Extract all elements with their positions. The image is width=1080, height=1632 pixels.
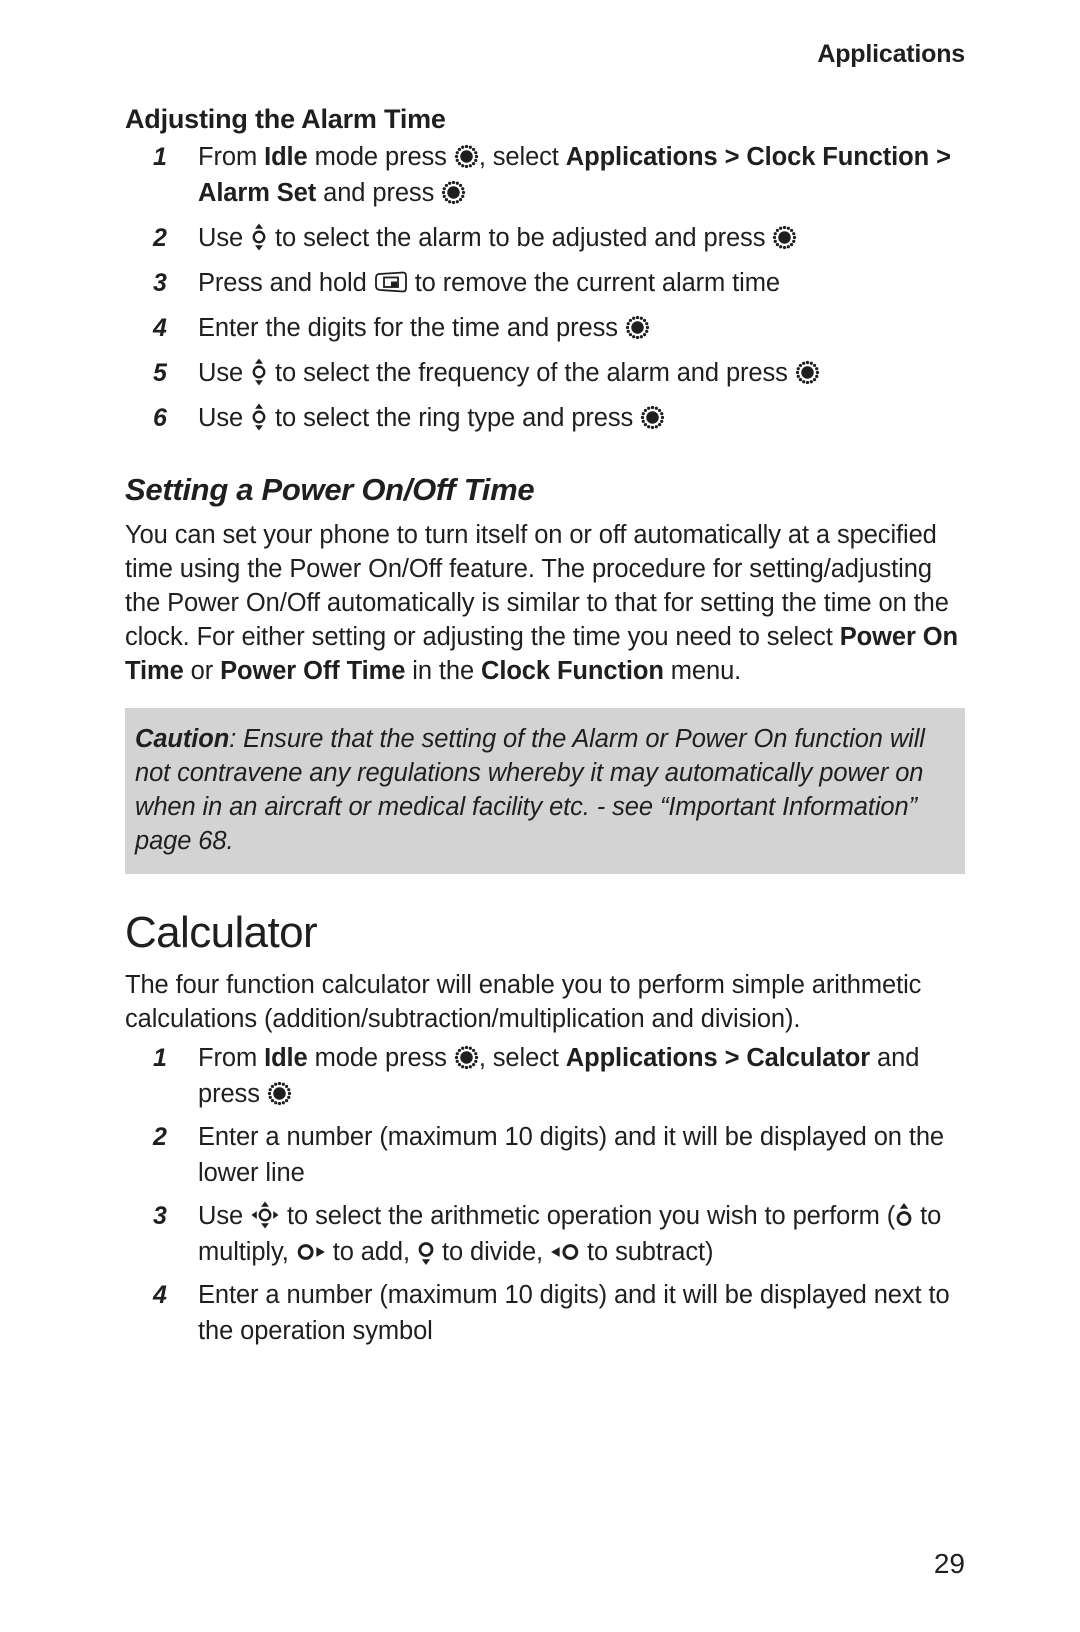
text-run: mode press (307, 143, 454, 171)
calculator-steps-list: 1 From Idle mode press , select Applicati… (125, 1040, 965, 1349)
text-run: , select (478, 1044, 566, 1072)
nav-up-down-key-icon (250, 223, 268, 251)
power-on-off-heading: Setting a Power On/Off Time (125, 472, 535, 507)
nav-up-down-key-icon (250, 403, 268, 431)
caution-box: Caution: Ensure that the setting of the … (125, 708, 965, 874)
procedure-step: 2 Use to select the alarm to be adjusted … (125, 220, 965, 256)
step-number: 1 (153, 1044, 167, 1072)
calculator-heading: Calculator (125, 908, 318, 957)
text-run: From (198, 143, 265, 171)
procedure-step: 2 Enter a number (maximum 10 digits) and … (125, 1119, 965, 1191)
step-text: Use to select the frequency of the alarm… (198, 358, 820, 387)
nav-down-key-icon (417, 1240, 435, 1266)
nav-up-key-icon (895, 1202, 913, 1228)
page-content: Adjusting the Alarm Time 1 From Idle mode… (125, 104, 965, 1356)
select-key-icon (772, 225, 797, 250)
procedure-step: 5 Use to select the frequency of the alar… (125, 355, 965, 391)
text-run: Use (198, 404, 251, 432)
caution-body: : Ensure that the setting of the Alarm o… (135, 725, 925, 855)
procedure-step: 1 From Idle mode press , select Applicati… (125, 1040, 965, 1112)
text-run: , select (478, 143, 566, 171)
nav-left-key-icon (550, 1242, 580, 1262)
procedure-step: 4 Enter the digits for the time and press (125, 310, 965, 346)
step-number: 6 (153, 404, 167, 432)
text-run: Enter a number (maximum 10 digits) and i… (198, 1123, 945, 1187)
nav-right-key-icon (296, 1242, 326, 1262)
clear-key-icon (374, 270, 408, 294)
text-run: to select the alarm to be adjusted and p… (268, 224, 773, 252)
caution-label: Caution (135, 725, 230, 753)
step-text: Enter a number (maximum 10 digits) and i… (198, 1123, 944, 1187)
select-key-icon (454, 1045, 479, 1070)
alarm-section-heading: Adjusting the Alarm Time (125, 104, 446, 134)
step-text: From Idle mode press , select Applicatio… (198, 1044, 919, 1108)
running-header: Applications (817, 40, 965, 68)
step-number: 2 (153, 1123, 167, 1151)
step-text: Use to select the alarm to be adjusted a… (198, 223, 797, 252)
text-run: You can set your phone to turn itself on… (125, 521, 949, 651)
emphasis-text: Idle (264, 143, 308, 171)
text-run: Press and hold (198, 269, 374, 297)
step-number: 2 (153, 224, 167, 252)
text-run: or (183, 657, 221, 685)
step-number: 3 (153, 269, 167, 297)
emphasis-text: Clock Function (481, 657, 664, 685)
step-text: Enter a number (maximum 10 digits) and i… (198, 1281, 950, 1345)
procedure-step: 4 Enter a number (maximum 10 digits) and … (125, 1277, 965, 1349)
text-run: to remove the current alarm time (407, 269, 780, 297)
text-run: mode press (307, 1044, 454, 1072)
caution-text: Caution: Ensure that the setting of the … (135, 722, 955, 858)
text-run: menu. (663, 657, 742, 685)
select-key-icon (441, 180, 466, 205)
procedure-step: 3 Press and hold to remove the current al… (125, 265, 965, 301)
step-text: Use to select the arithmetic operation y… (198, 1201, 941, 1266)
text-run: and press (316, 179, 442, 207)
text-run: Use (198, 1202, 251, 1230)
text-run: Enter the digits for the time and press (198, 314, 625, 342)
procedure-step: 3 Use to select the arithmetic operation … (125, 1198, 965, 1270)
text-run: to select the frequency of the alarm and… (268, 359, 795, 387)
step-number: 5 (153, 359, 167, 387)
step-text: Enter the digits for the time and press (198, 314, 650, 342)
alarm-steps-list: 1 From Idle mode press , select Applicati… (125, 139, 965, 436)
nav-four-way-key-icon (250, 1201, 280, 1229)
text-run: to divide, (434, 1238, 551, 1266)
emphasis-text: Power Off Time (220, 657, 406, 685)
text-run: From (198, 1044, 265, 1072)
manual-page: Applications Adjusting the Alarm Time 1 F… (0, 0, 1080, 1632)
emphasis-text: Idle (264, 1044, 308, 1072)
step-text: Use to select the ring type and press (198, 403, 665, 432)
text-run: to add, (325, 1238, 417, 1266)
emphasis-text: Applications > Calculator (565, 1044, 871, 1072)
procedure-step: 1 From Idle mode press , select Applicati… (125, 139, 965, 211)
step-number: 3 (153, 1202, 167, 1230)
text-run: in the (405, 657, 482, 685)
text-run: to select the arithmetic operation you w… (280, 1202, 896, 1230)
power-on-off-paragraph: You can set your phone to turn itself on… (125, 518, 965, 688)
select-key-icon (640, 405, 665, 430)
text-run: Use (198, 359, 251, 387)
text-run: to select the ring type and press (268, 404, 641, 432)
text-run: Enter a number (maximum 10 digits) and i… (198, 1281, 950, 1345)
text-run: Use (198, 224, 251, 252)
select-key-icon (454, 144, 479, 169)
step-number: 1 (153, 143, 167, 171)
select-key-icon (625, 315, 650, 340)
text-run: to subtract) (580, 1238, 714, 1266)
select-key-icon (795, 360, 820, 385)
calculator-paragraph: The four function calculator will enable… (125, 971, 922, 1033)
select-key-icon (267, 1081, 292, 1106)
step-number: 4 (153, 1281, 167, 1309)
step-text: From Idle mode press , select Applicatio… (198, 143, 951, 207)
page-number: 29 (933, 1548, 965, 1579)
step-number: 4 (153, 314, 167, 342)
nav-up-down-key-icon (250, 358, 268, 386)
procedure-step: 6 Use to select the ring type and press (125, 400, 965, 436)
step-text: Press and hold to remove the current ala… (198, 269, 780, 297)
